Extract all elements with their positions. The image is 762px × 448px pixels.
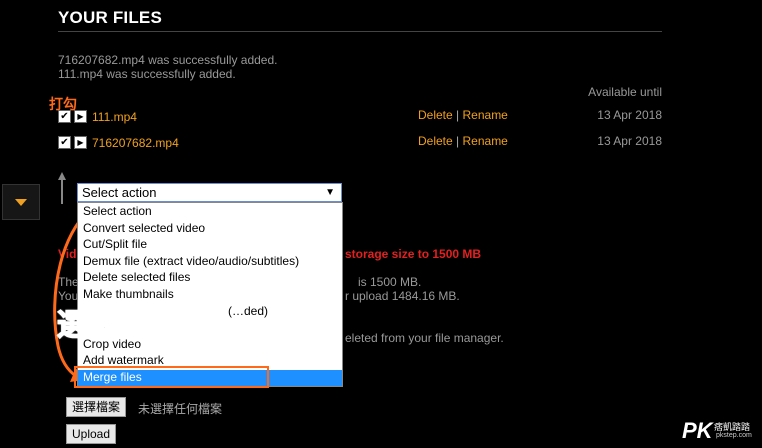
action-dropdown-list: Select action Convert selected video Cut… [77, 202, 343, 387]
file-name[interactable]: 716207682.mp4 [92, 136, 179, 150]
rename-link[interactable]: Rename [463, 108, 508, 122]
file-row: ✔ ▶ 716207682.mp4 Delete | Rename 13 Apr… [58, 134, 662, 150]
delete-link[interactable]: Delete [418, 108, 453, 122]
promo-text-right: storage size to 1500 MB [345, 247, 482, 261]
file-checkbox[interactable]: ✔ [58, 110, 71, 123]
logo-brand: PK [682, 418, 713, 443]
option-select-action[interactable]: Select action [83, 204, 152, 218]
no-file-text: 未選擇任何檔案 [138, 402, 223, 416]
option-cut-split[interactable]: Cut/Split file [83, 237, 147, 251]
available-until-header: Available until [588, 85, 662, 99]
rename-link[interactable]: Rename [463, 134, 508, 148]
merge-files-highlight [74, 366, 269, 388]
status-message-1: 716207682.mp4 was successfully added. [58, 53, 278, 67]
choose-file-button[interactable]: 選擇檔案 [66, 397, 127, 417]
file-checkbox[interactable]: ✔ [58, 136, 71, 149]
action-select[interactable]: Select action ▼ [77, 183, 342, 202]
available-date: 13 Apr 2018 [597, 134, 662, 148]
caret-down-icon: ▼ [325, 187, 335, 198]
side-menu-button[interactable] [2, 184, 40, 220]
play-icon[interactable]: ▶ [74, 110, 87, 123]
option-demux[interactable]: Demux file (extract video/audio/subtitle… [83, 254, 299, 268]
page-title: YOUR FILES [58, 8, 163, 27]
chevron-down-icon [15, 199, 27, 206]
info-text-right: is 1500 MB. [358, 275, 422, 289]
site-logo: PK 痞凱踏踏 pkstep.com [682, 418, 756, 444]
separator: | [456, 134, 460, 148]
delete-link[interactable]: Delete [418, 134, 453, 148]
option-make-thumbnails[interactable]: Make thumbnails [83, 287, 174, 301]
annotation-choose-function: 選擇功能 [56, 308, 181, 343]
logo-url: pkstep.com [716, 432, 752, 439]
info-text-right: eleted from your file manager. [345, 331, 504, 345]
select-current-value: Select action [82, 185, 157, 200]
upload-button[interactable]: Upload [66, 424, 117, 444]
file-name[interactable]: 111.mp4 [92, 110, 137, 124]
option-add-watermark[interactable]: Add watermark [83, 353, 164, 367]
option-partial[interactable]: (…ded) [228, 304, 268, 318]
title-divider [58, 31, 662, 32]
available-date: 13 Apr 2018 [597, 108, 662, 122]
file-row: ✔ ▶ 111.mp4 Delete | Rename 13 Apr 2018 [58, 108, 662, 124]
play-icon[interactable]: ▶ [74, 136, 87, 149]
status-message-2: 111.mp4 was successfully added. [58, 67, 236, 81]
option-delete-files[interactable]: Delete selected files [83, 270, 190, 284]
separator: | [456, 108, 460, 122]
option-convert-video[interactable]: Convert selected video [83, 221, 205, 235]
info-text-right: r upload 1484.16 MB. [345, 289, 460, 303]
